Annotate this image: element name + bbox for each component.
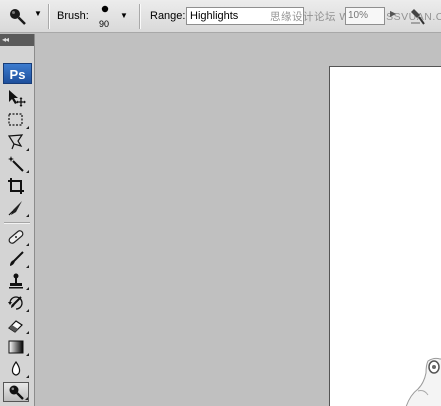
brush-preview-icon[interactable] [98,4,112,14]
brush-size: 90 [99,19,110,29]
magic-wand-icon [7,155,25,173]
dodge-tool[interactable] [3,382,29,402]
toolbox-collapse-header[interactable]: ◂◂ [0,34,34,46]
slice-icon [7,199,25,217]
range-label: Range: [150,10,186,22]
slice-tool[interactable] [3,198,29,218]
stamp-icon [7,272,25,290]
healing-brush-tool[interactable] [3,227,29,247]
document-canvas[interactable] [329,66,441,406]
brush-label: Brush: [57,10,89,22]
dodge-icon [7,383,25,401]
crop-icon [7,177,25,195]
ps-logo[interactable]: Ps [3,63,32,84]
blur-icon [7,360,25,378]
brush-tool[interactable] [3,249,29,269]
history-brush-tool[interactable] [3,293,29,313]
move-icon [6,89,26,107]
move-tool[interactable] [3,88,29,108]
marquee-tool[interactable] [3,110,29,130]
rectangular-marquee-icon [7,112,25,128]
separator [139,4,141,29]
eraser-tool[interactable] [3,315,29,335]
magic-wand-tool[interactable] [3,154,29,174]
clone-stamp-tool[interactable] [3,271,29,291]
crop-tool[interactable] [3,176,29,196]
tool-divider [4,222,30,224]
toolbox: ◂◂ Ps [0,34,35,406]
options-bar: ▼ Brush: 90 ▼ Range: Highlights 思缘设计论坛 W… [0,0,441,33]
gradient-tool[interactable] [3,337,29,357]
gradient-icon [7,339,25,355]
exposure-input[interactable]: 10% [345,7,385,25]
exposure-dropdown-arrow[interactable]: ▶ [390,9,396,18]
eraser-icon [7,317,25,333]
dodge-tool-icon[interactable] [6,6,28,26]
canvas-artwork [400,355,441,406]
blur-tool[interactable] [3,359,29,379]
bandage-icon [6,228,26,246]
tool-preset-dropdown-arrow[interactable]: ▼ [34,9,42,18]
airbrush-icon[interactable] [406,6,428,28]
brush-dropdown-arrow[interactable]: ▼ [120,11,128,20]
lasso-tool[interactable] [3,132,29,152]
polygonal-lasso-icon [7,133,25,151]
history-brush-icon [7,294,25,312]
brush-icon [7,250,25,268]
separator [48,4,50,29]
